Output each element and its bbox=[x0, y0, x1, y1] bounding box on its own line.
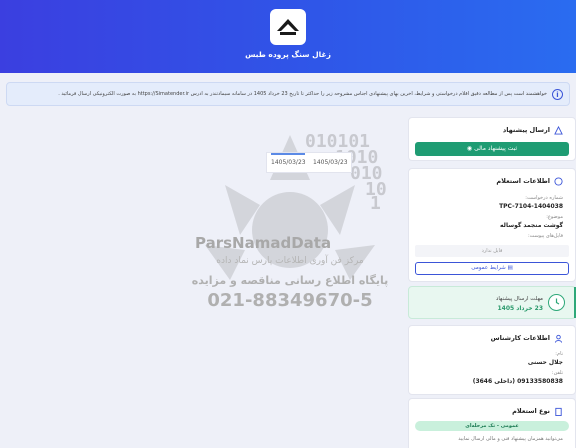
watermark-phone: 021-88349670-5 bbox=[207, 290, 373, 311]
expert-name-value: جلال حسنی bbox=[527, 359, 563, 366]
general-conditions-button[interactable]: ▤ شرایط عمومی bbox=[415, 262, 569, 275]
submit-financial-offer-button[interactable]: ثبت پیشنهاد مالی ◉ bbox=[415, 142, 569, 156]
expert-card: اطلاعات کارشناس نام: جلال حسنی تلفن: 091… bbox=[408, 325, 576, 395]
info-circle-icon bbox=[554, 177, 563, 186]
inquiry-type-card: نوع استعلام عمومی - تک مرحله‌ای می‌توانی… bbox=[408, 398, 576, 448]
offer-title-row: ارسال پیشنهاد bbox=[503, 126, 563, 135]
date-active-bar bbox=[271, 153, 305, 155]
subject-value: گوشت منجمد گوساله bbox=[500, 222, 563, 229]
request-number-label: شماره درخواست: bbox=[525, 195, 563, 201]
subject-label: موضوع: bbox=[546, 214, 563, 220]
deadline-card: مهلت ارسال پیشنهاد 23 خرداد 1405 bbox=[408, 286, 576, 319]
company-logo-icon bbox=[277, 19, 299, 35]
clipboard-icon bbox=[555, 407, 562, 416]
submit-offer-label: ثبت پیشنهاد مالی bbox=[474, 145, 518, 152]
date-end: 1405/03/23 bbox=[313, 159, 348, 166]
document-icon: ▤ bbox=[507, 265, 513, 271]
inquiry-title-row: اطلاعات استعلام bbox=[496, 177, 563, 186]
expert-name-label: نام: bbox=[555, 351, 563, 357]
date-start: 1405/03/23 bbox=[271, 159, 306, 166]
deadline-value: 23 خرداد 1405 bbox=[497, 305, 543, 312]
request-number-value: TPC-7104-1404038 bbox=[499, 203, 563, 210]
inquiry-type-badge: عمومی - تک مرحله‌ای bbox=[415, 421, 569, 431]
date-range: 1405/03/23 1405/03/23 bbox=[266, 152, 352, 173]
company-name: زغال سنگ پروده طبس bbox=[245, 50, 331, 59]
expert-phone-label: تلفن: bbox=[551, 370, 563, 376]
type-title-row: نوع استعلام bbox=[512, 407, 563, 416]
inquiry-type-note: می‌توانید همزمان پیشنهاد فنی و مالی ارسا… bbox=[458, 436, 563, 442]
notice-banner: i خواهشمند است پس از مطالعه دقیق اقلام د… bbox=[6, 82, 570, 106]
warning-icon bbox=[554, 126, 563, 135]
expert-title: اطلاعات کارشناس bbox=[490, 334, 550, 342]
notice-text: خواهشمند است پس از مطالعه دقیق اقلام درخ… bbox=[58, 91, 547, 97]
watermark-line-1: مرکز فن آوری اطلاعات پارس نماد داده bbox=[216, 256, 364, 266]
top-header: زغال سنگ پروده طبس bbox=[0, 0, 576, 73]
watermark-line-2: پایگاه اطلاع رسانی مناقصه و مزایده bbox=[191, 274, 389, 287]
inquiry-info-card: اطلاعات استعلام شماره درخواست: TPC-7104-… bbox=[408, 168, 576, 282]
offer-card: ارسال پیشنهاد ثبت پیشنهاد مالی ◉ bbox=[408, 117, 576, 161]
attachments-label: فایل‌های پیوست: bbox=[527, 233, 563, 239]
clock-icon bbox=[548, 294, 565, 311]
deadline-label: مهلت ارسال پیشنهاد bbox=[495, 296, 543, 302]
attachments-box: فایل ندارد bbox=[415, 245, 569, 257]
company-logo bbox=[270, 9, 306, 45]
general-conditions-label: شرایط عمومی bbox=[471, 265, 506, 271]
inquiry-title: اطلاعات استعلام bbox=[496, 177, 550, 185]
expert-phone-value: 09133580838 (داخلی 3646) bbox=[472, 378, 563, 385]
info-icon: i bbox=[552, 89, 563, 100]
watermark-brand: ParsNamadData bbox=[195, 234, 332, 252]
expert-title-row: اطلاعات کارشناس bbox=[490, 334, 563, 343]
watermark-digits-5: 1 bbox=[370, 193, 381, 214]
coin-icon: ◉ bbox=[466, 145, 473, 152]
user-icon bbox=[554, 334, 563, 343]
